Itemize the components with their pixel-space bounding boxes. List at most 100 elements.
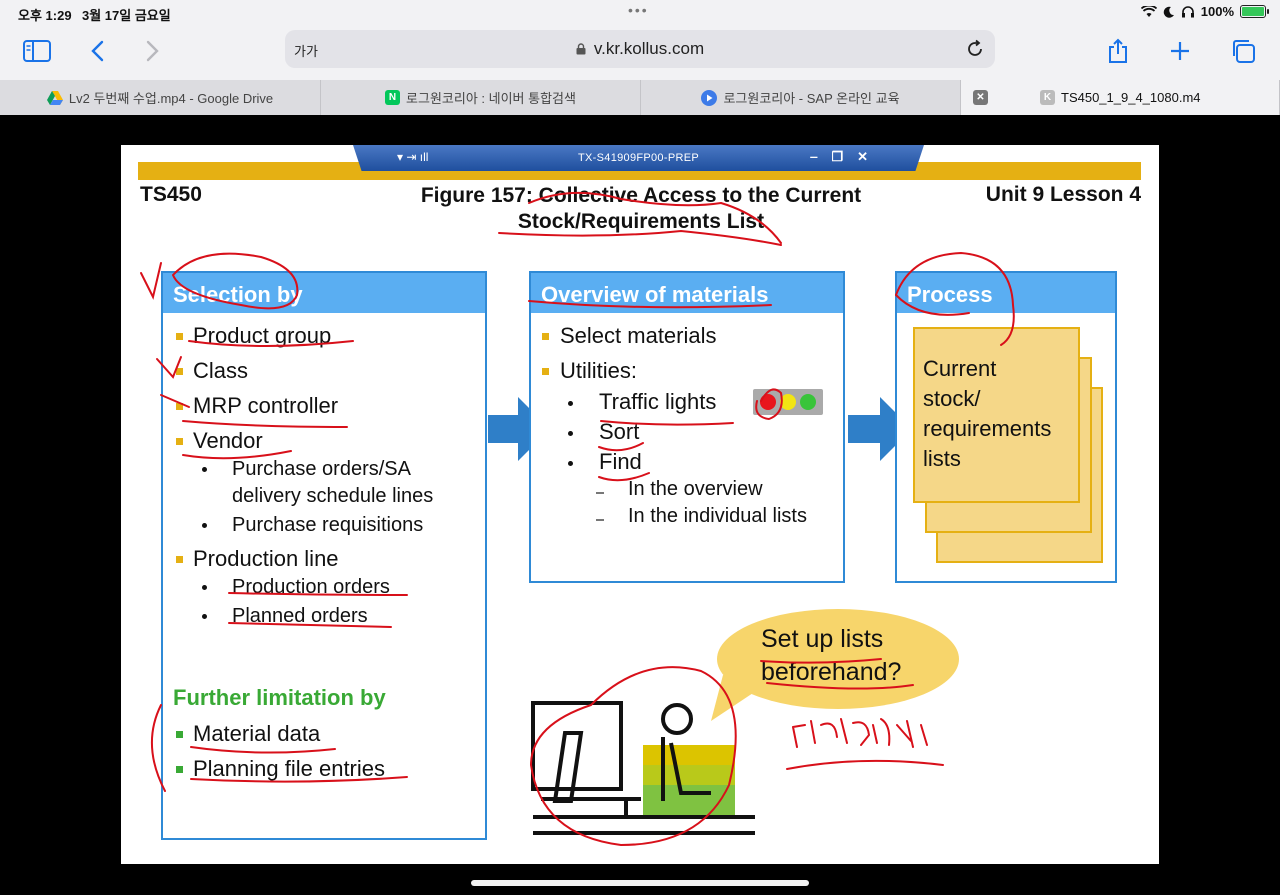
bullet <box>568 401 573 406</box>
po-line2: delivery schedule lines <box>232 485 434 507</box>
headphones-icon <box>1181 5 1194 17</box>
url-text: v.kr.kollus.com <box>593 39 705 58</box>
tab-label: 로그원코리아 - SAP 온라인 교육 <box>723 91 900 106</box>
sap-system-bar: ▾ ⇥ ıll TX-S41909FP00-PREP ‒❐✕ <box>353 145 924 171</box>
item-select-materials: Select materials <box>560 323 717 348</box>
item-in-overview: In the overview <box>628 478 763 500</box>
naver-icon: N <box>385 90 401 105</box>
tab-label: 로그원코리아 : 네이버 통합검색 <box>406 91 576 106</box>
item-in-individual: In the individual lists <box>628 505 807 527</box>
further-limitation-heading: Further limitation by <box>173 685 386 710</box>
item-find: Find <box>599 449 642 474</box>
reload-icon[interactable] <box>965 39 985 59</box>
selection-heading: Selection by <box>163 273 485 313</box>
status-date: 3월 17일 금요일 <box>82 8 171 23</box>
bullet <box>202 585 207 590</box>
bubble-line: beforehand? <box>761 658 902 686</box>
process-line: requirements <box>923 416 1052 441</box>
tab-label: TS450_1_9_4_1080.m4 <box>1061 90 1201 105</box>
item-product-group: Product group <box>193 323 332 348</box>
bullet <box>596 492 604 494</box>
slide-title-line1: Figure 157: Collective Access to the Cur… <box>420 184 862 207</box>
bullet <box>202 467 207 472</box>
sap-window-buttons-icon: ‒❐✕ <box>810 149 882 164</box>
bullet <box>176 556 183 563</box>
bullet <box>202 614 207 619</box>
process-line: stock/ <box>923 386 981 411</box>
item-mrp-controller: MRP controller <box>193 393 339 418</box>
multitasking-dots-icon[interactable]: ••• <box>628 2 649 18</box>
share-button[interactable] <box>1101 34 1135 68</box>
item-production-line: Production line <box>193 546 339 571</box>
item-sort: Sort <box>599 419 640 444</box>
home-indicator[interactable] <box>471 880 809 886</box>
moon-icon <box>1163 6 1174 18</box>
bullet <box>176 403 183 410</box>
chevron-right-icon <box>146 40 159 62</box>
chevron-left-icon <box>91 40 104 62</box>
item-planned-orders: Planned orders <box>232 605 368 627</box>
unit-lesson: Unit 9 Lesson 4 <box>985 183 1141 206</box>
safari-chrome: 오후 1:29 3월 17일 금요일 ••• 100% 가가 v.kr.koll… <box>0 0 1280 115</box>
item-material-data: Material data <box>193 721 321 746</box>
bullet <box>596 519 604 521</box>
slide-title-line2: Stock/Requirements List <box>517 210 765 233</box>
kollus-icon: K <box>1040 90 1055 105</box>
address-bar[interactable]: 가가 v.kr.kollus.com <box>285 30 995 68</box>
item-production-orders: Production orders <box>232 576 390 598</box>
tabs-icon <box>1233 40 1255 63</box>
tab-sap-education[interactable]: 로그원코리아 - SAP 온라인 교육 <box>641 80 961 115</box>
google-drive-icon <box>46 90 63 105</box>
status-time: 오후 1:29 <box>18 8 72 23</box>
item-vendor: Vendor <box>193 428 263 453</box>
bullet <box>542 368 549 375</box>
bubble-text: Set up lists beforehand? <box>761 623 901 689</box>
item-purchase-orders: Purchase orders/SA delivery schedule lin… <box>232 456 433 510</box>
play-icon <box>701 89 718 106</box>
forward-button[interactable] <box>136 34 170 68</box>
process-heading: Process <box>897 273 1115 313</box>
battery-percent: 100% <box>1200 4 1234 19</box>
po-line1: Purchase orders/SA <box>232 458 411 480</box>
battery-icon <box>1240 5 1269 18</box>
item-utilities: Utilities: <box>560 358 638 383</box>
bullet <box>542 333 549 340</box>
bullet <box>176 368 183 375</box>
tab-ts450-video[interactable]: ✕ K TS450_1_9_4_1080.m4 <box>961 80 1280 115</box>
bullet <box>568 431 573 436</box>
status-bar: 오후 1:29 3월 17일 금요일 ••• 100% <box>0 0 1280 26</box>
status-right: 100% <box>1140 4 1269 19</box>
sidebar-icon <box>23 40 51 62</box>
process-line: Current <box>923 356 997 381</box>
wifi-icon <box>1140 5 1157 17</box>
bullet <box>568 461 573 466</box>
new-tab-button[interactable] <box>1163 34 1197 68</box>
share-icon <box>1109 38 1127 63</box>
lesson-slide: ▾ ⇥ ıll TX-S41909FP00-PREP ‒❐✕ TS450 Fig… <box>121 145 1159 864</box>
overview-box: Overview of materials <box>529 271 845 583</box>
lock-icon <box>576 43 586 55</box>
overview-heading: Overview of materials <box>531 273 843 313</box>
tab-overview-button[interactable] <box>1226 34 1260 68</box>
user-at-computer-icon <box>531 701 755 835</box>
tab-naver-search[interactable]: N 로그원코리아 : 네이버 통합검색 <box>321 80 641 115</box>
bullet <box>176 731 183 738</box>
sidebar-toggle-button[interactable] <box>20 34 54 68</box>
plus-icon <box>1171 42 1189 60</box>
back-button[interactable] <box>80 34 114 68</box>
traffic-light-icon <box>753 389 823 415</box>
tab-bar: Lv2 두번째 수업.mp4 - Google Drive N 로그원코리아 :… <box>0 80 1280 115</box>
browser-toolbar: 가가 v.kr.kollus.com <box>0 26 1280 78</box>
process-text: Current stock/ requirements lists <box>923 354 1051 474</box>
bullet <box>176 438 183 445</box>
bullet <box>176 333 183 340</box>
item-purchase-requisitions: Purchase requisitions <box>232 514 424 536</box>
bubble-line: Set up lists <box>761 625 884 653</box>
item-class: Class <box>193 358 249 383</box>
process-line: lists <box>923 446 961 471</box>
item-planning-file: Planning file entries <box>193 756 386 781</box>
item-traffic-lights: Traffic lights <box>599 389 717 414</box>
close-tab-icon[interactable]: ✕ <box>973 90 988 105</box>
tab-label: Lv2 두번째 수업.mp4 - Google Drive <box>68 91 274 106</box>
tab-google-drive[interactable]: Lv2 두번째 수업.mp4 - Google Drive <box>0 80 321 115</box>
